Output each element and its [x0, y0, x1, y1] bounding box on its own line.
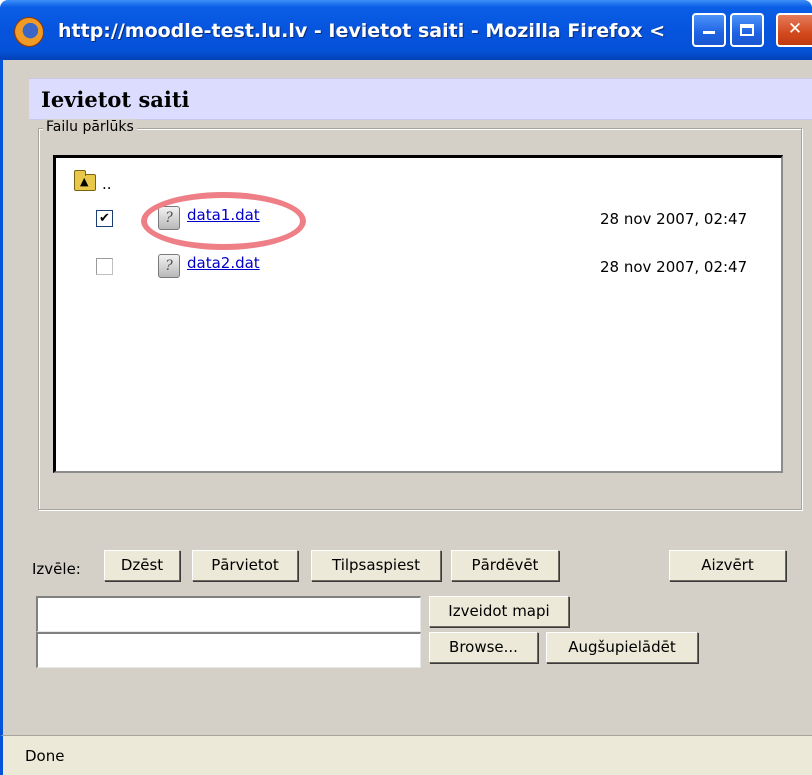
status-bar: Done	[0, 735, 812, 775]
close-window-button[interactable]: ✕	[776, 13, 812, 47]
file-browser-legend: Failu pārlūks	[43, 119, 137, 135]
window-title-bar[interactable]: http://moodle-test.lu.lv - Ievietot sait…	[0, 0, 812, 60]
delete-button[interactable]: Dzēst	[104, 550, 180, 581]
file-link-data1[interactable]: data1.dat	[187, 206, 260, 224]
window-client-area: Ievietot saiti Failu pārlūks .. ✔ ? data…	[0, 60, 812, 735]
browse-button[interactable]: Browse...	[429, 632, 538, 663]
rename-button[interactable]: Pārdēvēt	[451, 550, 559, 581]
file-checkbox-data2[interactable]	[96, 258, 113, 275]
unknown-file-icon: ?	[158, 206, 180, 230]
zip-button[interactable]: Tilpsaspiest	[311, 550, 441, 581]
list-item: ? data2.dat 28 nov 2007, 02:47	[56, 252, 782, 278]
minimize-icon	[703, 31, 715, 34]
page-title: Ievietot saiti	[41, 87, 190, 112]
parent-folder-label[interactable]: ..	[102, 175, 112, 193]
selection-label: Izvēle:	[32, 560, 81, 578]
maximize-button[interactable]	[730, 13, 764, 47]
file-date: 28 nov 2007, 02:47	[600, 258, 748, 276]
firefox-icon	[14, 17, 44, 47]
upload-file-input[interactable]	[36, 632, 421, 668]
file-link-data2[interactable]: data2.dat	[187, 254, 260, 272]
folder-up-icon[interactable]	[74, 170, 96, 191]
list-item: ✔ ? data1.dat 28 nov 2007, 02:47	[56, 192, 782, 250]
minimize-button[interactable]	[692, 13, 726, 47]
create-folder-button[interactable]: Izveidot mapi	[429, 596, 569, 627]
folder-name-input[interactable]	[36, 596, 421, 632]
heading-band: Ievietot saiti	[29, 78, 812, 120]
file-date: 28 nov 2007, 02:47	[600, 210, 748, 228]
maximize-icon	[740, 24, 754, 36]
window-title: http://moodle-test.lu.lv - Ievietot sait…	[58, 20, 666, 42]
close-icon: ✕	[787, 19, 803, 39]
close-button[interactable]: Aizvērt	[669, 550, 786, 581]
move-button[interactable]: Pārvietot	[192, 550, 298, 581]
status-text: Done	[25, 747, 65, 765]
file-checkbox-data1[interactable]: ✔	[96, 210, 113, 227]
file-list: .. ✔ ? data1.dat 28 nov 2007, 02:47 ? da…	[53, 155, 783, 473]
unknown-file-icon: ?	[158, 254, 180, 278]
upload-button[interactable]: Augšupielādēt	[546, 632, 698, 663]
